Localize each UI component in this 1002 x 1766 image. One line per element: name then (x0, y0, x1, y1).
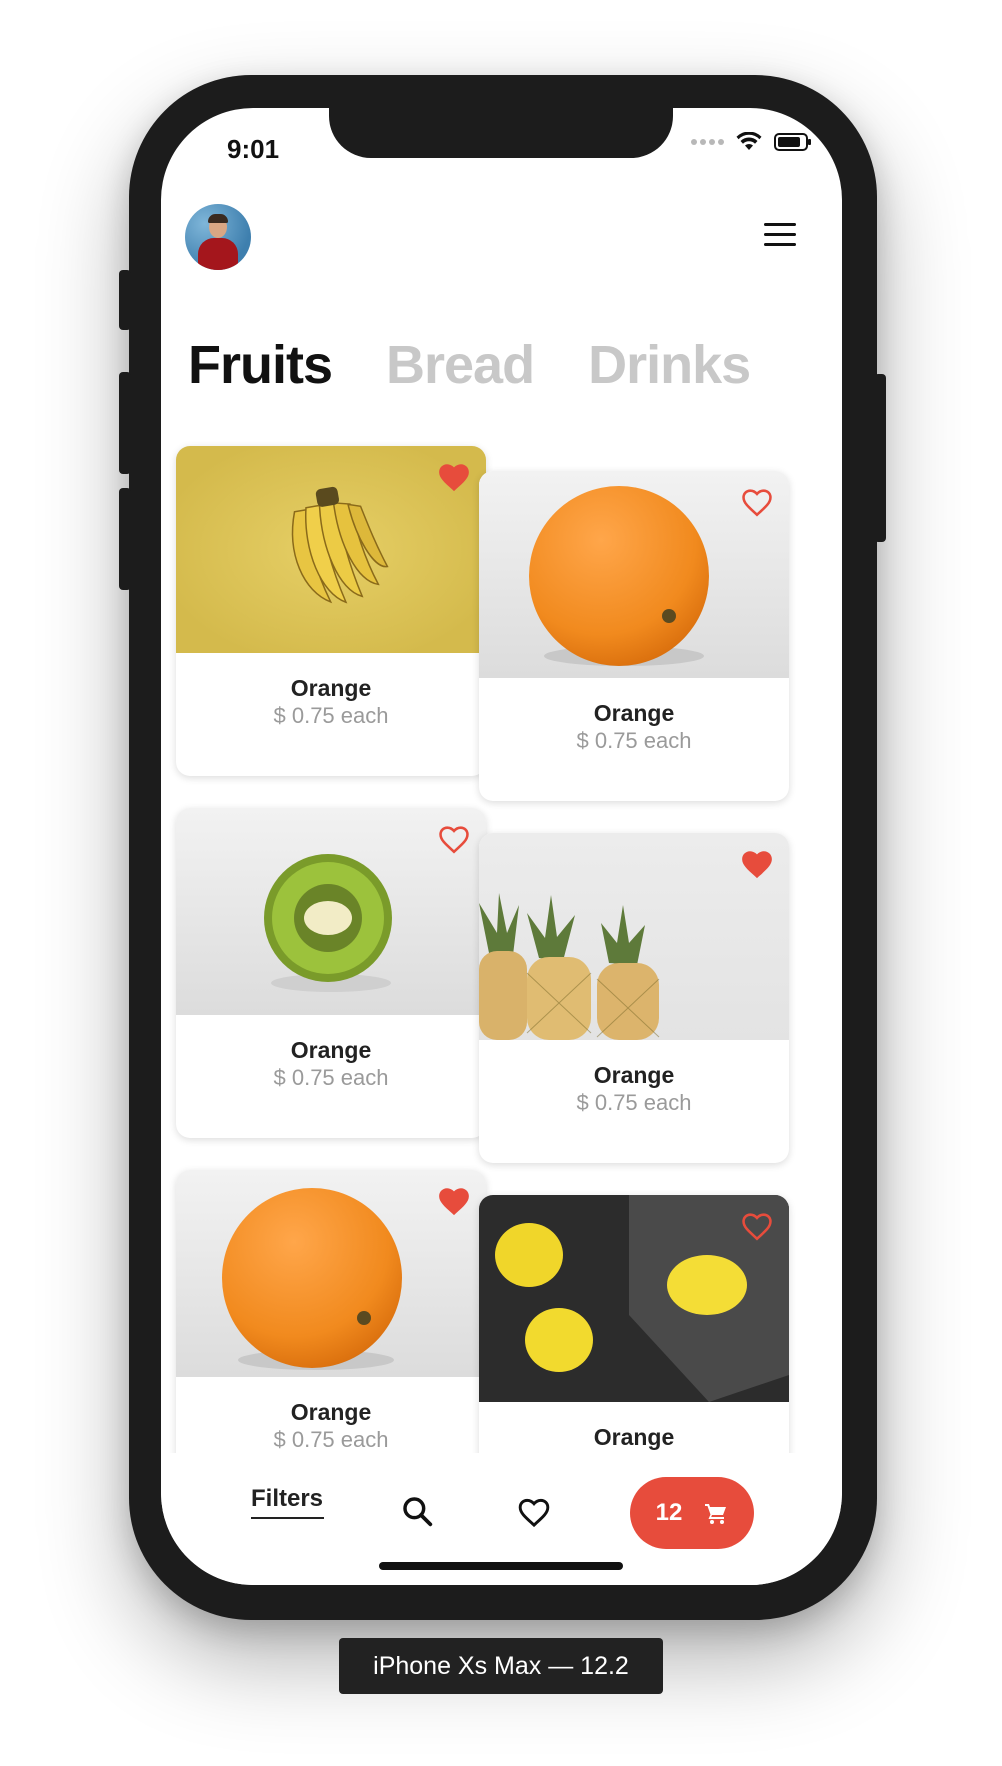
product-name: Orange (593, 1424, 675, 1450)
product-card[interactable]: Orange $ 0.75 each (479, 471, 789, 801)
product-name: Orange (290, 1399, 372, 1425)
cart-button[interactable]: 12 (630, 1477, 754, 1549)
notch (329, 108, 673, 158)
product-price: $ 0.75 each (273, 1427, 389, 1452)
battery-icon (774, 133, 811, 151)
product-price: $ 0.75 each (576, 728, 692, 753)
heart-outline-icon[interactable] (516, 1496, 552, 1528)
product-price: $ 0.75 each (273, 703, 389, 728)
user-avatar[interactable] (185, 204, 251, 270)
tab-bread[interactable]: Bread (386, 334, 535, 396)
product-name: Orange (290, 1037, 372, 1063)
search-icon[interactable] (401, 1495, 433, 1527)
filters-button[interactable]: Filters (251, 1485, 323, 1513)
signal-icon (691, 139, 724, 145)
power-button (874, 374, 886, 542)
product-card[interactable]: Orange (479, 1195, 789, 1453)
hamburger-menu-icon[interactable] (764, 223, 796, 247)
product-grid: Orange $ 0.75 each Orange $ 0.75 each Or… (161, 108, 842, 1453)
cart-count: 12 (655, 1499, 683, 1526)
favorite-heart-outline-icon[interactable] (740, 1210, 774, 1242)
tab-fruits[interactable]: Fruits (188, 334, 333, 396)
product-card[interactable]: Orange $ 0.75 each (176, 808, 486, 1138)
favorite-heart-icon[interactable] (437, 461, 471, 493)
product-name: Orange (593, 1062, 675, 1088)
filters-underline (251, 1517, 324, 1519)
product-card[interactable]: Orange $ 0.75 each (176, 1170, 486, 1453)
mute-switch (119, 270, 131, 330)
favorite-heart-icon[interactable] (740, 848, 774, 880)
product-price: $ 0.75 each (576, 1090, 692, 1115)
wifi-icon (736, 132, 762, 150)
home-indicator (379, 1562, 623, 1570)
status-time: 9:01 (227, 134, 280, 164)
app-screen: Orange $ 0.75 each Orange $ 0.75 each Or… (161, 108, 842, 1585)
product-name: Orange (290, 675, 372, 701)
category-tabs: Fruits Bread Drinks (188, 334, 751, 396)
favorite-heart-outline-icon[interactable] (437, 823, 471, 855)
product-card[interactable]: Orange $ 0.75 each (479, 833, 789, 1163)
product-card[interactable]: Orange $ 0.75 each (176, 446, 486, 776)
volume-up-button (119, 372, 131, 474)
favorite-heart-outline-icon[interactable] (740, 486, 774, 518)
tab-drinks[interactable]: Drinks (588, 334, 751, 396)
product-price: $ 0.75 each (273, 1065, 389, 1090)
shopping-cart-icon (705, 1504, 727, 1524)
volume-down-button (119, 488, 131, 590)
device-label: iPhone Xs Max — 12.2 (339, 1638, 663, 1694)
favorite-heart-icon[interactable] (437, 1185, 471, 1217)
status-indicators (691, 132, 811, 152)
product-name: Orange (593, 700, 675, 726)
